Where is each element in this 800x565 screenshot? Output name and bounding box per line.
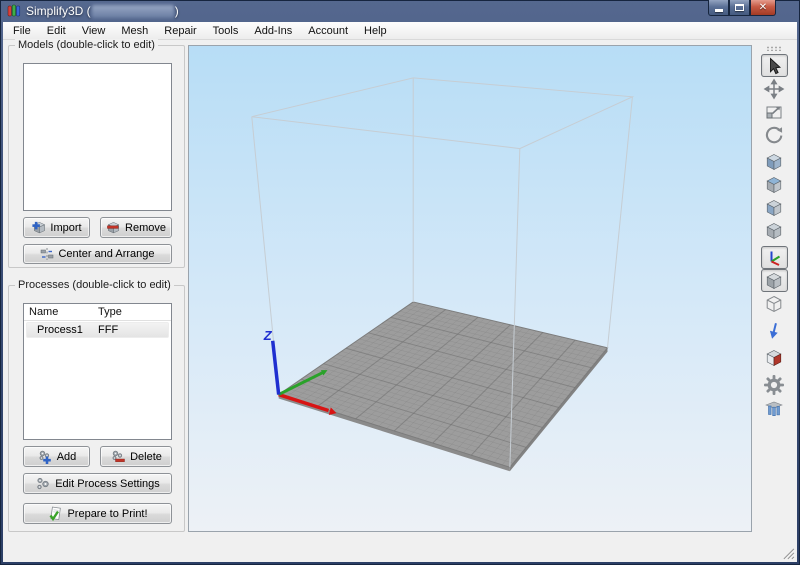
translate-tool-button[interactable] <box>761 77 788 100</box>
support-structures-button[interactable] <box>761 396 788 419</box>
menu-edit[interactable]: Edit <box>39 23 74 39</box>
processes-panel: Processes (double-click to edit) Name Ty… <box>8 285 185 532</box>
page-check-icon <box>47 506 63 522</box>
menu-view[interactable]: View <box>74 23 114 39</box>
center-arrange-label: Center and Arrange <box>58 248 154 260</box>
supports-icon <box>763 397 785 419</box>
titlebar[interactable]: Simplify3D () ✕ <box>0 0 800 22</box>
processes-table-header: Name Type <box>24 304 171 321</box>
processes-table[interactable]: Name Type Process1 FFF <box>23 303 172 440</box>
cross-section-cube-icon <box>763 347 785 369</box>
scale-icon <box>763 101 785 123</box>
rotate-icon <box>763 124 785 146</box>
close-icon: ✕ <box>759 3 767 13</box>
cube-plus-icon <box>31 220 46 235</box>
move-arrows-icon <box>763 78 785 100</box>
processes-panel-title: Processes (double-click to edit) <box>15 279 174 291</box>
add-label: Add <box>57 451 77 463</box>
align-arrange-icon <box>40 247 54 261</box>
menu-repair[interactable]: Repair <box>156 23 204 39</box>
cube-minus-icon <box>106 220 121 235</box>
process-name-cell: Process1 <box>37 324 83 336</box>
cross-section-button[interactable] <box>761 346 788 369</box>
3d-viewport[interactable]: Z <box>188 45 752 532</box>
models-list[interactable] <box>23 63 172 211</box>
right-toolbar <box>754 45 794 556</box>
toggle-axes-button[interactable] <box>761 246 788 269</box>
view-cube-side-icon <box>763 220 785 242</box>
view-cube-top-icon <box>763 174 785 196</box>
models-panel: Models (double-click to edit) Import <box>8 45 185 268</box>
prepare-to-print-label: Prepare to Print! <box>67 508 147 520</box>
menu-account[interactable]: Account <box>300 23 356 39</box>
solid-cube-icon <box>763 270 785 292</box>
gear-icon <box>763 374 785 396</box>
solid-view-button[interactable] <box>761 269 788 292</box>
view-default-button[interactable] <box>761 150 788 173</box>
z-axis-label: Z <box>263 328 273 343</box>
center-arrange-button[interactable]: Center and Arrange <box>23 244 172 264</box>
surface-normals-button[interactable] <box>761 319 788 342</box>
app-logo-icon <box>7 4 21 18</box>
menu-help[interactable]: Help <box>356 23 395 39</box>
gear-minus-icon <box>110 449 126 465</box>
gears-icon <box>35 476 51 492</box>
redacted-text <box>92 5 174 18</box>
table-row[interactable]: Process1 FFF <box>26 322 169 338</box>
prepare-to-print-button[interactable]: Prepare to Print! <box>23 503 172 524</box>
import-button[interactable]: Import <box>23 217 90 238</box>
select-tool-button[interactable] <box>761 54 788 77</box>
add-process-button[interactable]: Add <box>23 446 90 467</box>
models-panel-title: Models (double-click to edit) <box>15 39 158 51</box>
maximize-icon <box>735 4 744 11</box>
menu-mesh[interactable]: Mesh <box>113 23 156 39</box>
edit-process-settings-label: Edit Process Settings <box>55 478 160 490</box>
machine-settings-button[interactable] <box>761 373 788 396</box>
app-window: Simplify3D () ✕ File Edit View Mesh Repa… <box>0 0 800 565</box>
build-volume-scene: Z <box>189 46 751 531</box>
minimize-icon <box>715 9 723 12</box>
resize-grip[interactable] <box>782 547 795 560</box>
column-header-type: Type <box>98 306 122 318</box>
column-header-name: Name <box>29 306 58 318</box>
delete-process-button[interactable]: Delete <box>100 446 172 467</box>
edit-process-settings-button[interactable]: Edit Process Settings <box>23 473 172 494</box>
menubar: File Edit View Mesh Repair Tools Add-Ins… <box>3 22 797 40</box>
view-side-button[interactable] <box>761 219 788 242</box>
import-label: Import <box>50 222 81 234</box>
toolbar-handle[interactable] <box>766 46 782 51</box>
menu-tools[interactable]: Tools <box>205 23 247 39</box>
menu-addins[interactable]: Add-Ins <box>246 23 300 39</box>
process-type-cell: FFF <box>98 324 118 336</box>
maximize-button[interactable] <box>729 0 750 16</box>
wireframe-cube-icon <box>763 293 785 315</box>
remove-label: Remove <box>125 222 166 234</box>
scale-tool-button[interactable] <box>761 100 788 123</box>
close-button[interactable]: ✕ <box>750 0 776 16</box>
wireframe-view-button[interactable] <box>761 292 788 315</box>
client-area: File Edit View Mesh Repair Tools Add-Ins… <box>3 22 797 562</box>
view-front-button[interactable] <box>761 196 788 219</box>
remove-button[interactable]: Remove <box>100 217 172 238</box>
arrow-down-icon <box>763 320 785 342</box>
window-controls: ✕ <box>708 0 776 16</box>
view-cube-front-icon <box>763 197 785 219</box>
menu-file[interactable]: File <box>5 23 39 39</box>
view-cube-iso-icon <box>763 151 785 173</box>
gear-plus-icon <box>37 449 53 465</box>
view-top-button[interactable] <box>761 173 788 196</box>
cursor-icon <box>763 55 785 77</box>
delete-label: Delete <box>130 451 162 463</box>
minimize-button[interactable] <box>708 0 729 16</box>
rotate-tool-button[interactable] <box>761 123 788 146</box>
window-title: Simplify3D () <box>26 4 179 18</box>
axes-icon <box>763 247 785 269</box>
